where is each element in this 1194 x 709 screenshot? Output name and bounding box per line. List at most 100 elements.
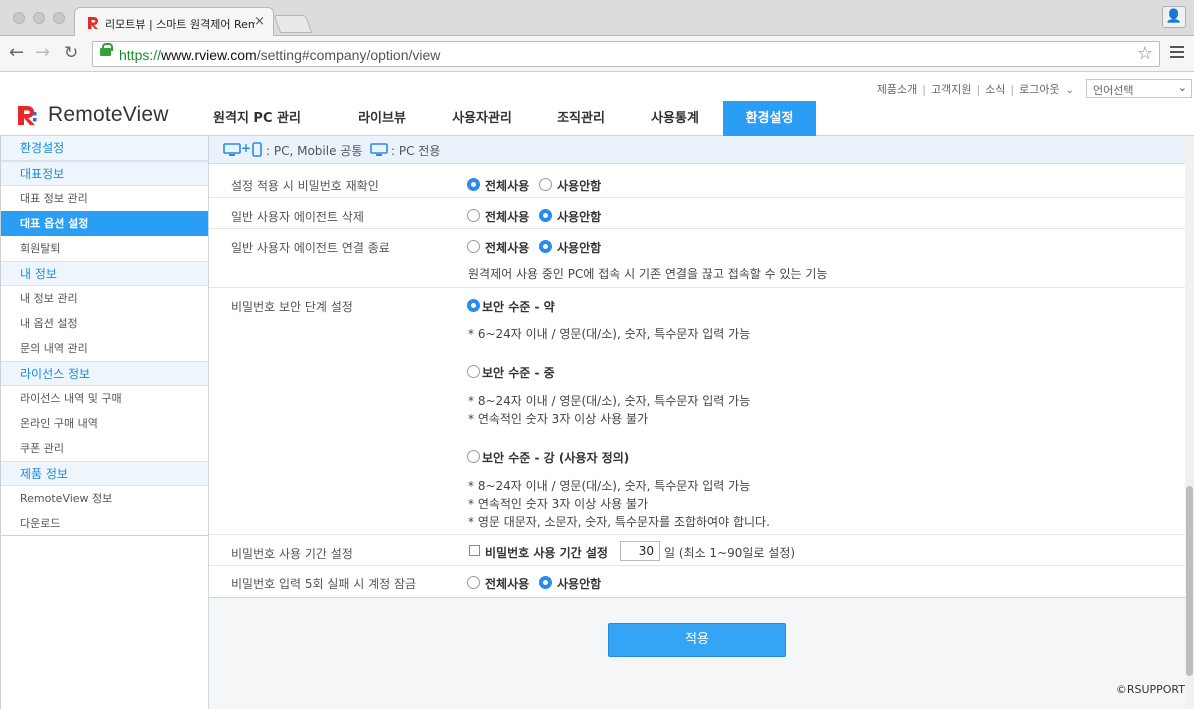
setting-row-password-security-level: 비밀번호 보안 단계 설정 보안 수준 - 약 * 6~24자 이내 / 영문(… xyxy=(209,288,1185,535)
nav-usage-stats[interactable]: 사용통계 xyxy=(628,101,722,136)
browser-menu-icon[interactable] xyxy=(1170,46,1184,60)
option-label: 전체사용 xyxy=(485,179,530,193)
sidebar-item-remoteview-info[interactable]: RemoteView 정보 xyxy=(1,486,208,511)
tab-close-icon[interactable]: × xyxy=(254,14,265,29)
option-label: 보안 수준 - 중 xyxy=(482,366,555,380)
site-header: RemoteView 제품소개 | 고객지원 | 소식 | 로그아웃 ⌄ 언어선택 ⌄ 원격지… xyxy=(0,72,1194,136)
nav-org-management[interactable]: 조직관리 xyxy=(534,101,628,136)
sidebar-item-rep-info-manage[interactable]: 대표 정보 관리 xyxy=(1,186,208,211)
row-label: 비밀번호 입력 5회 실패 시 계정 잠금 xyxy=(231,577,417,591)
password-period-days-input[interactable]: 30 xyxy=(620,541,660,561)
option-label: 사용안함 xyxy=(557,179,602,193)
sidebar-item-license-purchase[interactable]: 라이선스 내역 및 구매 xyxy=(1,386,208,411)
bookmark-star-icon[interactable]: ☆ xyxy=(1137,43,1153,64)
util-link-news[interactable]: 소식 xyxy=(985,83,1005,96)
sidebar-item-withdraw[interactable]: 회원탈퇴 xyxy=(1,236,208,261)
mobile-icon xyxy=(252,142,262,157)
sidebar-group-product[interactable]: 제품 정보 xyxy=(1,461,208,486)
sidebar-item-inquiry[interactable]: 문의 내역 관리 xyxy=(1,336,208,361)
checkbox-label: 비밀번호 사용 기간 설정 xyxy=(485,546,608,560)
radio-security-high[interactable] xyxy=(467,450,480,463)
new-tab-button[interactable] xyxy=(273,15,313,33)
profile-icon[interactable]: 👤 xyxy=(1162,6,1186,28)
language-select[interactable]: 언어선택 ⌄ xyxy=(1086,79,1192,98)
sidebar-item-online-purchase[interactable]: 온라인 구매 내역 xyxy=(1,411,208,436)
radio-security-low[interactable] xyxy=(467,299,480,312)
nav-user-management[interactable]: 사용자관리 xyxy=(430,101,534,136)
option-note: * 6~24자 이내 / 영문(대/소), 숫자, 특수문자 입력 가능 xyxy=(468,327,751,341)
setting-row-password-period: 비밀번호 사용 기간 설정 비밀번호 사용 기간 설정 30 일 (최소 1~9… xyxy=(209,535,1185,566)
radio-all-use[interactable] xyxy=(467,209,480,222)
back-icon[interactable]: ← xyxy=(9,44,24,62)
radio-not-use[interactable] xyxy=(539,178,552,191)
row-label: 일반 사용자 에이전트 삭제 xyxy=(231,210,364,224)
browser-tab-bar: 리모트뷰 | 스마트 원격제어 RemoteView × 👤 xyxy=(0,0,1194,37)
sidebar-item-my-info-manage[interactable]: 내 정보 관리 xyxy=(1,286,208,311)
option-label: 전체사용 xyxy=(485,241,530,255)
browser-tab[interactable]: 리모트뷰 | 스마트 원격제어 RemoteView × xyxy=(74,7,274,37)
window-close-button[interactable] xyxy=(13,12,25,24)
main-content: + : PC, Mobile 공통 : PC 전용 설정 적용 시 비밀번호 재… xyxy=(209,136,1194,709)
util-link-support[interactable]: 고객지원 xyxy=(931,83,971,96)
option-label: 보안 수준 - 약 xyxy=(482,300,555,314)
util-link-product[interactable]: 제품소개 xyxy=(877,83,917,96)
row-label: 일반 사용자 에이전트 연결 종료 xyxy=(231,241,390,255)
setting-row-agent-delete: 일반 사용자 에이전트 삭제 전체사용 사용안함 xyxy=(209,198,1185,229)
sidebar-group-rep-info[interactable]: 대표정보 xyxy=(1,161,208,186)
radio-not-use[interactable] xyxy=(539,576,552,589)
legend-common-text: : PC, Mobile 공통 xyxy=(266,144,363,158)
util-link-logout[interactable]: 로그아웃 xyxy=(1019,83,1059,96)
sidebar-item-coupon[interactable]: 쿠폰 관리 xyxy=(1,436,208,461)
favicon-icon xyxy=(88,17,98,29)
nav-settings[interactable]: 환경설정 xyxy=(723,101,816,136)
option-note: * 연속적인 숫자 3자 이상 사용 불가 xyxy=(468,412,649,426)
radio-security-mid[interactable] xyxy=(467,365,480,378)
option-note: * 영문 대문자, 소문자, 숫자, 특수문자를 조합하여야 합니다. xyxy=(468,515,770,529)
sidebar-group-my-info[interactable]: 내 정보 xyxy=(1,261,208,286)
scrollbar-thumb[interactable] xyxy=(1186,486,1193,676)
sidebar: 환경설정 대표정보 대표 정보 관리 대표 옵션 설정 회원탈퇴 내 정보 내 … xyxy=(0,136,209,709)
option-note: * 8~24자 이내 / 영문(대/소), 숫자, 특수문자 입력 가능 xyxy=(468,479,751,493)
monitor-icon xyxy=(370,143,388,156)
password-period-checkbox[interactable] xyxy=(469,545,480,556)
radio-all-use[interactable] xyxy=(467,178,480,191)
row-label: 비밀번호 보안 단계 설정 xyxy=(231,300,353,314)
chevron-down-icon[interactable]: ⌄ xyxy=(1066,85,1074,96)
tab-title: 리모트뷰 | 스마트 원격제어 RemoteView xyxy=(105,18,255,31)
address-bar[interactable]: https://www.rview.com/setting#company/op… xyxy=(92,41,1160,67)
option-label: 보안 수준 - 강 (사용자 정의) xyxy=(482,451,630,465)
sidebar-title: 환경설정 xyxy=(1,136,208,161)
setting-row-account-lock: 비밀번호 입력 5회 실패 시 계정 잠금 전체사용 사용안함 xyxy=(209,566,1185,598)
logo-mark-icon xyxy=(18,106,37,125)
monitor-icon xyxy=(223,143,241,156)
option-label: 전체사용 xyxy=(485,210,530,224)
reload-icon[interactable]: ↻ xyxy=(64,44,78,62)
forward-icon[interactable]: → xyxy=(35,44,50,62)
window-minimize-button[interactable] xyxy=(33,12,45,24)
copyright: ©RSUPPORT xyxy=(1115,683,1185,696)
option-label: 전체사용 xyxy=(485,577,530,591)
nav-liveview[interactable]: 라이브뷰 xyxy=(332,101,432,136)
radio-all-use[interactable] xyxy=(467,240,480,253)
radio-all-use[interactable] xyxy=(467,576,480,589)
nav-remote-pc[interactable]: 원격지 PC 관리 xyxy=(208,101,306,136)
sidebar-item-rep-option[interactable]: 대표 옵션 설정 xyxy=(1,211,208,236)
option-label: 사용안함 xyxy=(557,210,602,224)
setting-row-password-recheck: 설정 적용 시 비밀번호 재확인 전체사용 사용안함 xyxy=(209,164,1185,198)
browser-toolbar: ← → ↻ https://www.rview.com/setting#comp… xyxy=(0,36,1194,72)
row-label: 비밀번호 사용 기간 설정 xyxy=(231,547,353,561)
days-suffix: 일 (최소 1~90일로 설정) xyxy=(664,546,796,560)
url-text: https://www.rview.com/setting#company/op… xyxy=(119,47,441,63)
sidebar-group-license[interactable]: 라이선스 정보 xyxy=(1,361,208,386)
apply-button[interactable]: 적용 xyxy=(608,623,786,657)
sidebar-item-download[interactable]: 다운로드 xyxy=(1,511,208,536)
sidebar-item-my-option[interactable]: 내 옵션 설정 xyxy=(1,311,208,336)
window-zoom-button[interactable] xyxy=(53,12,65,24)
option-note: * 연속적인 숫자 3자 이상 사용 불가 xyxy=(468,497,649,511)
legend-pc-only-text: : PC 전용 xyxy=(391,144,441,158)
row-label: 설정 적용 시 비밀번호 재확인 xyxy=(231,179,379,193)
option-label: 사용안함 xyxy=(557,577,602,591)
radio-not-use[interactable] xyxy=(539,209,552,222)
radio-not-use[interactable] xyxy=(539,240,552,253)
logo-text: RemoteView xyxy=(48,103,169,126)
